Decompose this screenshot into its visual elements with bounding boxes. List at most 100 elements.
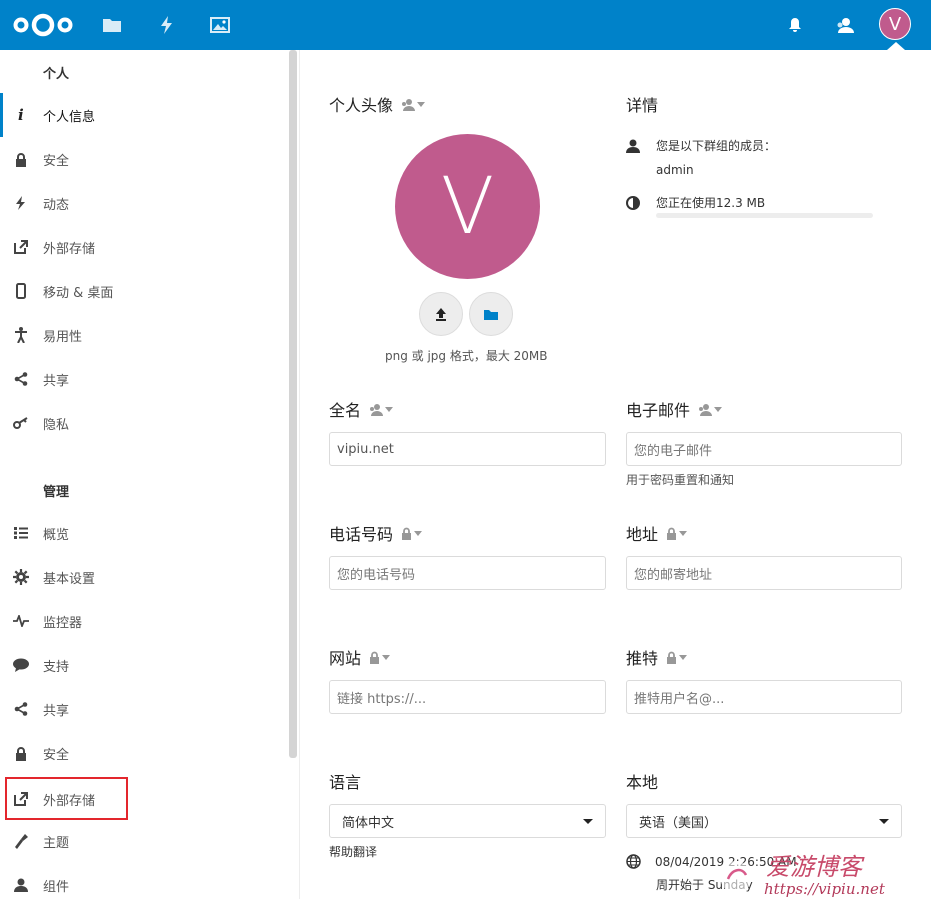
website-label: 网站	[329, 649, 362, 668]
nextcloud-logo[interactable]	[12, 12, 74, 38]
lock-icon	[370, 651, 380, 664]
lock-icon	[402, 527, 412, 540]
chevron-down-icon	[583, 818, 593, 824]
quota-label: 您正在使用12.3 MB	[656, 196, 766, 210]
address-section-title: 地址	[626, 521, 688, 545]
sidebar-item-label: 移动 & 桌面	[43, 285, 114, 301]
sidebar-item-support[interactable]: 支持	[0, 643, 285, 687]
sidebar-item-label: 共享	[43, 373, 70, 389]
scope-dropdown[interactable]	[369, 651, 391, 664]
folder-icon	[484, 309, 498, 320]
sidebar-item-basic-settings[interactable]: 基本设置	[0, 555, 285, 599]
profile-avatar: V	[395, 134, 540, 279]
avatar-section-title: 个人头像	[329, 92, 426, 116]
sidebar-item-sharing[interactable]: 共享	[0, 357, 285, 401]
accessibility-icon	[0, 313, 42, 357]
sidebar-item-privacy[interactable]: 隐私	[0, 401, 285, 445]
details-title-text: 详情	[626, 96, 659, 115]
contacts-icon[interactable]	[833, 13, 857, 37]
top-bar: V	[0, 0, 931, 50]
admin-section-title: 管理	[43, 485, 70, 500]
sidebar-item-apps[interactable]: 组件	[0, 863, 285, 907]
language-section-title: 语言	[329, 769, 361, 793]
chevron-down-icon	[679, 654, 688, 660]
email-hint: 用于密码重置和通知	[626, 473, 735, 487]
sidebar-item-external-storage[interactable]: 外部存储	[0, 225, 285, 269]
fullname-section-title: 全名	[329, 397, 394, 421]
chevron-down-icon	[714, 406, 723, 412]
files-icon[interactable]	[100, 13, 124, 37]
group-name: admin	[656, 163, 694, 177]
quota-pie-icon	[626, 195, 640, 210]
twitter-section-title: 推特	[626, 645, 688, 669]
sidebar-item-label: 主题	[43, 835, 70, 851]
lock-icon	[667, 651, 677, 664]
lock-icon	[0, 731, 42, 775]
website-input[interactable]: 链接 https://...	[329, 680, 606, 714]
contacts-scope-icon	[370, 403, 384, 416]
email-input[interactable]: 您的电子邮件	[626, 432, 902, 466]
user-icon	[626, 139, 640, 153]
share-icon	[0, 357, 42, 401]
choose-avatar-from-files-button[interactable]	[469, 292, 513, 336]
sidebar-item-label: 组件	[43, 879, 70, 895]
sidebar-item-label: 安全	[43, 747, 70, 763]
sidebar-item-admin-sharing[interactable]: 共享	[0, 687, 285, 731]
sidebar-item-label: 支持	[43, 659, 70, 675]
notifications-icon[interactable]	[783, 13, 807, 37]
key-icon	[0, 401, 42, 445]
sidebar-item-personal-info[interactable]: i 个人信息	[0, 93, 285, 137]
sidebar-scrollbar[interactable]	[289, 50, 297, 758]
locale-select[interactable]: 英语（美国）	[626, 804, 902, 838]
scope-dropdown[interactable]	[698, 403, 723, 416]
scope-dropdown[interactable]	[369, 403, 394, 416]
fullname-label: 全名	[329, 401, 362, 420]
language-label: 语言	[329, 773, 362, 792]
gallery-icon[interactable]	[208, 13, 232, 37]
language-value: 简体中文	[342, 815, 395, 831]
chevron-down-icon	[414, 530, 423, 536]
quota-progress-bar	[656, 213, 873, 218]
sidebar-item-label: 外部存储	[43, 241, 96, 257]
sidebar-item-label: 易用性	[43, 329, 83, 345]
scope-dropdown[interactable]	[666, 527, 688, 540]
sidebar-item-label: 个人信息	[43, 109, 96, 125]
sidebar-item-overview[interactable]: 概览	[0, 511, 285, 555]
user-avatar[interactable]: V	[879, 8, 911, 40]
activity-icon[interactable]	[155, 13, 179, 37]
address-input[interactable]: 您的邮寄地址	[626, 556, 902, 590]
contacts-scope-icon	[699, 403, 713, 416]
scope-dropdown[interactable]	[401, 98, 426, 111]
sidebar-item-activity[interactable]: 动态	[0, 181, 285, 225]
sidebar-item-label: 基本设置	[43, 571, 96, 587]
lock-icon	[0, 137, 42, 181]
sidebar-item-security[interactable]: 安全	[0, 137, 285, 181]
sidebar-item-monitoring[interactable]: 监控器	[0, 599, 285, 643]
upload-avatar-button[interactable]	[419, 292, 463, 336]
fullname-input[interactable]: vipiu.net	[329, 432, 606, 466]
sidebar-item-accessibility[interactable]: 易用性	[0, 313, 285, 357]
sidebar-item-label: 动态	[43, 197, 70, 213]
help-translate-link[interactable]: 帮助翻译	[329, 843, 377, 860]
sidebar-item-label: 共享	[43, 703, 70, 719]
sidebar-item-mobile-desktop[interactable]: 移动 & 桌面	[0, 269, 285, 313]
twitter-input[interactable]: 推特用户名@...	[626, 680, 902, 714]
language-select[interactable]: 简体中文	[329, 804, 606, 838]
phone-input[interactable]: 您的电话号码	[329, 556, 606, 590]
scope-dropdown[interactable]	[401, 527, 423, 540]
scope-dropdown[interactable]	[666, 651, 688, 664]
mobile-icon	[0, 269, 42, 313]
phone-label: 电话号码	[329, 525, 394, 544]
sidebar-item-label: 概览	[43, 527, 70, 543]
sidebar-item-theming[interactable]: 主题	[0, 819, 285, 863]
groups-row: 您是以下群组的成员：	[626, 137, 776, 154]
sidebar-item-admin-security[interactable]: 安全	[0, 731, 285, 775]
activity-icon	[0, 181, 42, 225]
sidebar-item-label: 隐私	[43, 417, 70, 433]
chevron-down-icon	[417, 101, 426, 107]
chevron-down-icon	[679, 530, 688, 536]
quota-row: 您正在使用12.3 MB	[626, 194, 765, 211]
chevron-down-icon	[879, 818, 889, 824]
globe-icon	[626, 854, 641, 869]
avatar-format-hint: png 或 jpg 格式，最大 20MB	[385, 349, 548, 363]
